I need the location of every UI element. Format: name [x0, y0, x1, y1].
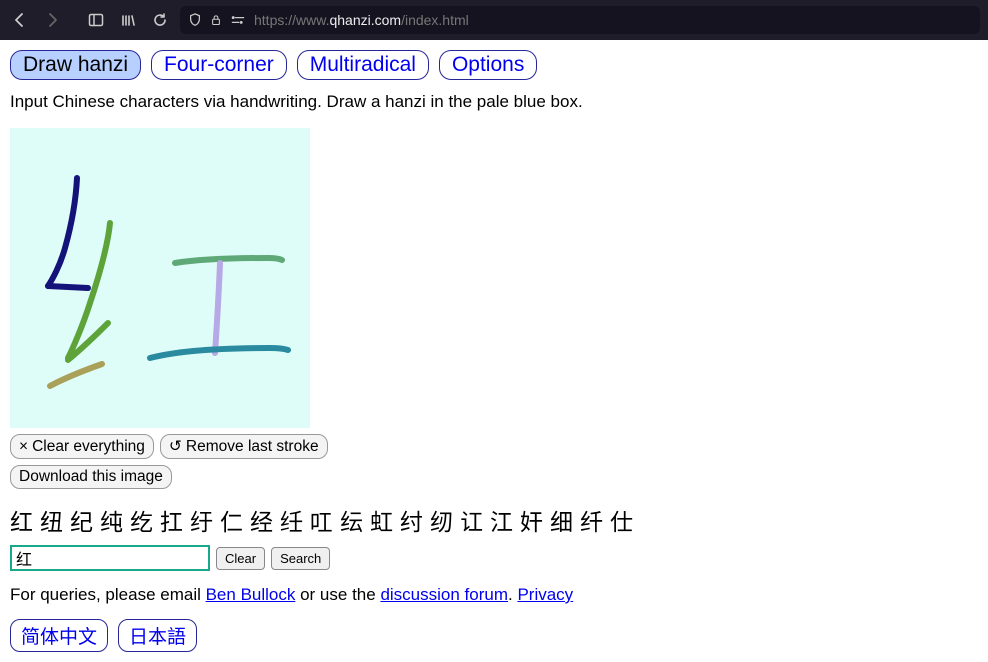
tab-multiradical[interactable]: Multiradical [297, 50, 429, 80]
url-bar[interactable]: https://www.qhanzi.com/index.html [180, 6, 980, 34]
hanzi-input[interactable] [10, 545, 210, 571]
canvas-buttons: × Clear everything ↺ Remove last stroke … [10, 434, 350, 489]
sidebar-toggle-icon[interactable] [84, 8, 108, 32]
candidate-char[interactable]: 纴 [280, 503, 304, 537]
forward-button[interactable] [40, 8, 64, 32]
candidate-char[interactable]: 细 [550, 503, 574, 537]
url-text: https://www.qhanzi.com/index.html [254, 12, 469, 28]
download-label: Download this image [19, 468, 163, 486]
page-content: Draw hanzi Four-corner Multiradical Opti… [0, 40, 988, 662]
candidate-char[interactable]: 纥 [130, 503, 154, 537]
candidate-char[interactable]: 纽 [40, 503, 64, 537]
browser-chrome: https://www.qhanzi.com/index.html [0, 0, 988, 40]
candidate-char[interactable]: 奸 [520, 503, 544, 537]
reload-button[interactable] [148, 8, 172, 32]
candidate-char[interactable]: 纪 [70, 503, 94, 537]
permissions-icon [230, 13, 246, 27]
candidate-list: 红纽纪纯纥扛纡仁经纴叿纭虹纣纫讧江奸细纤仕 [10, 503, 978, 537]
tab-draw-hanzi[interactable]: Draw hanzi [10, 50, 141, 80]
lang-ja-button[interactable]: 日本語 [118, 619, 197, 652]
clear-everything-label: Clear everything [32, 438, 145, 456]
lock-icon [210, 13, 222, 27]
candidate-char[interactable]: 讧 [460, 503, 484, 537]
remove-last-stroke-button[interactable]: ↺ Remove last stroke [160, 434, 328, 459]
candidate-char[interactable]: 纤 [580, 503, 604, 537]
instructions-text: Input Chinese characters via handwriting… [10, 92, 978, 112]
footer-text: For queries, please email Ben Bullock or… [10, 585, 978, 605]
tab-four-corner[interactable]: Four-corner [151, 50, 287, 80]
candidate-char[interactable]: 纡 [190, 503, 214, 537]
candidate-char[interactable]: 经 [250, 503, 274, 537]
footer-prefix: For queries, please email [10, 585, 206, 604]
shield-icon [188, 13, 202, 27]
candidate-char[interactable]: 江 [490, 503, 514, 537]
candidate-char[interactable]: 纭 [340, 503, 364, 537]
privacy-link[interactable]: Privacy [517, 585, 573, 604]
library-icon[interactable] [116, 8, 140, 32]
tab-options[interactable]: Options [439, 50, 537, 80]
candidate-char[interactable]: 仁 [220, 503, 244, 537]
mode-tabs: Draw hanzi Four-corner Multiradical Opti… [10, 50, 978, 80]
candidate-char[interactable]: 扛 [160, 503, 184, 537]
footer-middle: or use the [295, 585, 380, 604]
clear-button[interactable]: Clear [216, 547, 265, 570]
x-icon: × [19, 438, 28, 456]
lang-zh-button[interactable]: 简体中文 [10, 619, 108, 652]
language-row: 简体中文 日本語 [10, 619, 978, 652]
search-button[interactable]: Search [271, 547, 330, 570]
drawing-canvas[interactable] [10, 128, 310, 428]
candidate-char[interactable]: 纣 [400, 503, 424, 537]
candidate-char[interactable]: 纯 [100, 503, 124, 537]
email-link[interactable]: Ben Bullock [206, 585, 296, 604]
remove-last-label: Remove last stroke [186, 438, 319, 456]
undo-icon: ↺ [169, 437, 182, 456]
forum-link[interactable]: discussion forum [380, 585, 508, 604]
input-row: Clear Search [10, 545, 978, 571]
back-button[interactable] [8, 8, 32, 32]
candidate-char[interactable]: 虹 [370, 503, 394, 537]
candidate-char[interactable]: 纫 [430, 503, 454, 537]
candidate-char[interactable]: 叿 [310, 503, 334, 537]
candidate-char[interactable]: 红 [10, 503, 34, 537]
download-image-button[interactable]: Download this image [10, 465, 172, 489]
candidate-char[interactable]: 仕 [610, 503, 634, 537]
clear-everything-button[interactable]: × Clear everything [10, 434, 154, 459]
